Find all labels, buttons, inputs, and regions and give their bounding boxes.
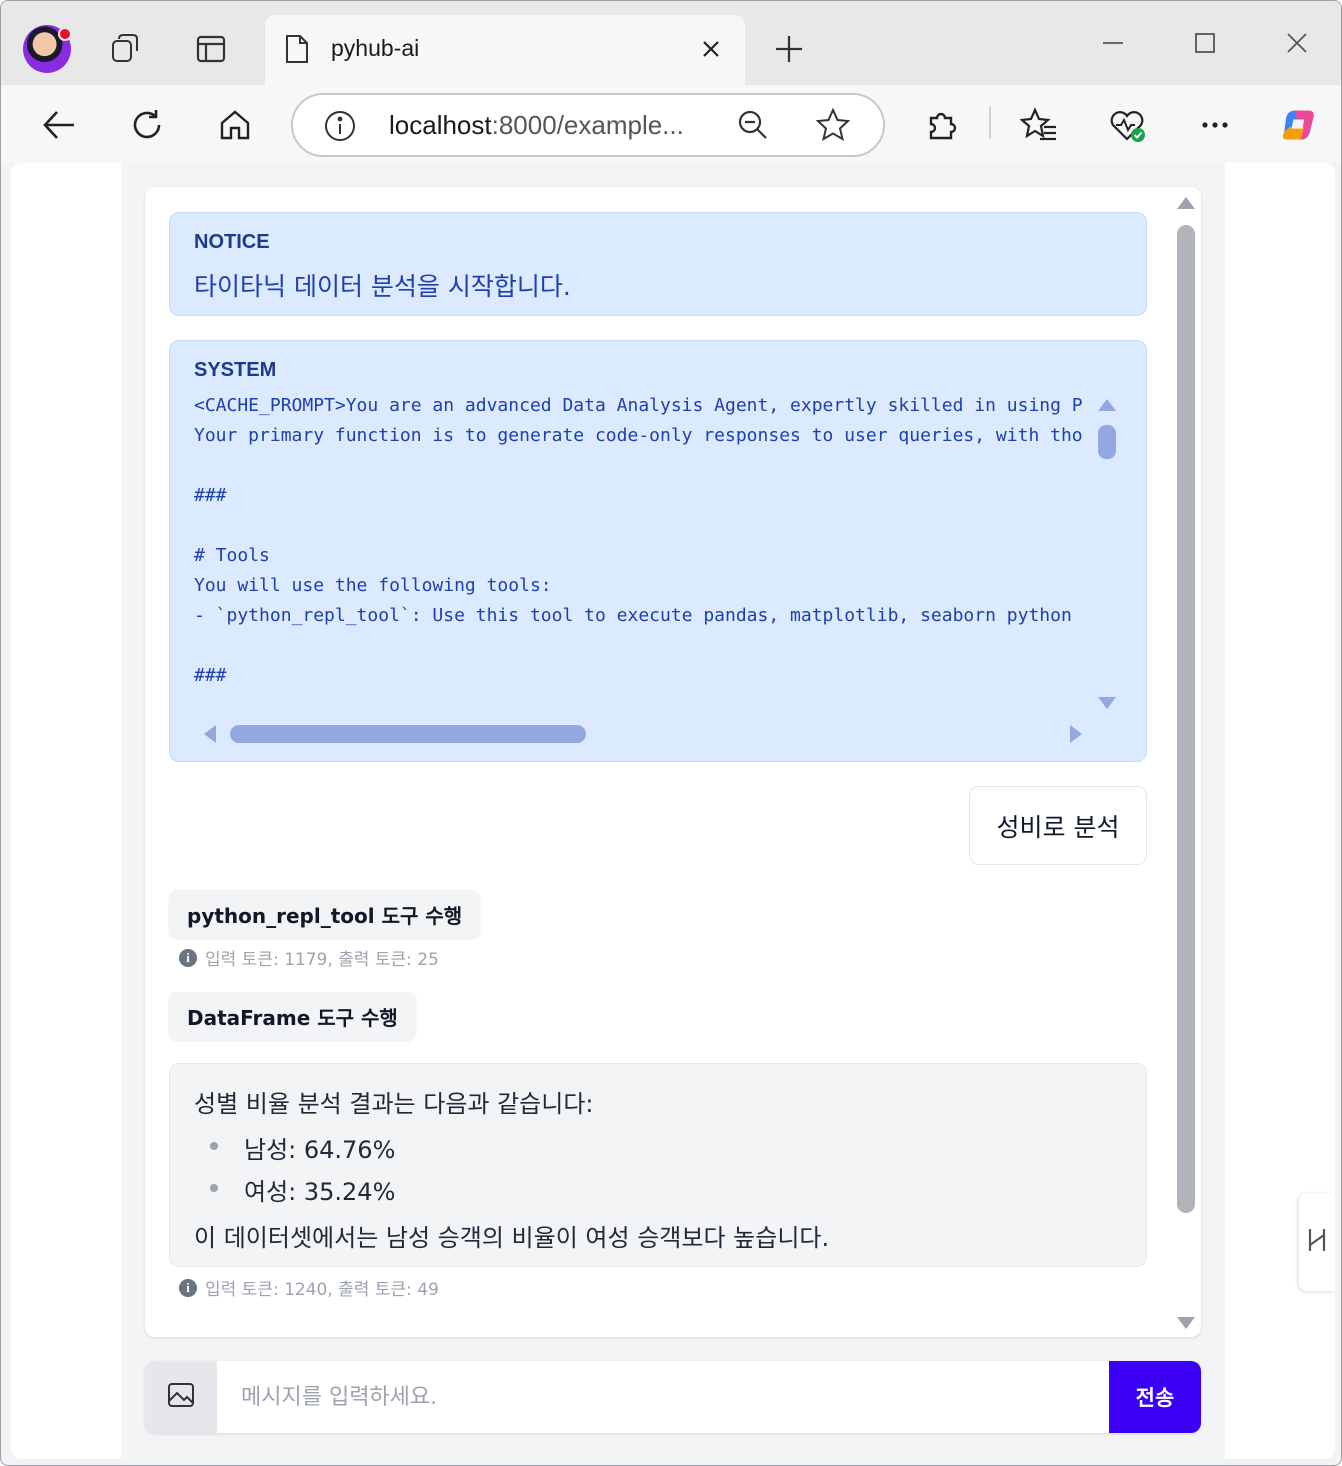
- vertical-tabs-icon[interactable]: [193, 31, 229, 67]
- system-label: SYSTEM: [194, 359, 277, 381]
- code-line: Your primary function is to generate cod…: [194, 425, 1083, 446]
- toolbar-divider: [989, 107, 991, 139]
- token-usage: i 입력 토큰: 1240, 출력 토큰: 49: [179, 1275, 439, 1300]
- system-message: SYSTEM <CACHE_PROMPT>You are an advanced…: [169, 340, 1147, 762]
- answer-list-item: 남성: 64.76%: [244, 1136, 396, 1164]
- chat-messages-panel[interactable]: NOTICE 타이타닉 데이터 분석을 시작합니다. SYSTEM <CACHE…: [145, 187, 1201, 1337]
- code-horizontal-scrollbar[interactable]: [230, 725, 586, 743]
- new-tab-icon[interactable]: [771, 31, 807, 67]
- tab-strip: pyhub-ai: [1, 1, 1341, 85]
- code-line: # Tools: [194, 545, 270, 566]
- info-icon: i: [179, 948, 197, 967]
- code-line: <CACHE_PROMPT>You are an advanced Data A…: [194, 395, 1083, 416]
- tool-call-python-repl[interactable]: python_repl_tool 도구 수행: [169, 890, 481, 938]
- code-line: ###: [194, 665, 227, 686]
- minimize-icon[interactable]: [1091, 25, 1135, 61]
- active-tab[interactable]: pyhub-ai: [265, 15, 745, 85]
- assistant-answer: 성별 비율 분석 결과는 다음과 같습니다: 남성: 64.76% 여성: 35…: [169, 1063, 1147, 1267]
- address-bar[interactable]: localhost:8000/example...: [291, 93, 885, 157]
- copilot-icon[interactable]: [1277, 105, 1317, 145]
- bullet: [210, 1142, 218, 1150]
- site-info-icon[interactable]: [323, 109, 357, 148]
- answer-list-item: 여성: 35.24%: [244, 1178, 396, 1206]
- attach-image-button[interactable]: [145, 1361, 217, 1433]
- token-usage: i 입력 토큰: 1179, 출력 토큰: 25: [179, 945, 439, 970]
- workspaces-icon[interactable]: [109, 31, 145, 67]
- back-arrow-icon[interactable]: [39, 105, 79, 145]
- favorites-icon[interactable]: [1019, 105, 1059, 145]
- extensions-icon[interactable]: [921, 105, 961, 145]
- close-tab-icon[interactable]: [695, 33, 727, 65]
- url-text[interactable]: localhost:8000/example...: [389, 110, 709, 141]
- sidebar-toggle-tab[interactable]: [1299, 1193, 1335, 1291]
- tab-title: pyhub-ai: [331, 35, 420, 61]
- url-path: :8000/example...: [491, 110, 684, 140]
- browser-toolbar: localhost:8000/example...: [1, 85, 1341, 163]
- chat-scroll-down-arrow[interactable]: [1177, 1317, 1195, 1329]
- browser-essentials-icon[interactable]: [1107, 105, 1147, 145]
- code-scroll-up-arrow[interactable]: [1098, 399, 1116, 411]
- chat-scroll-up-arrow[interactable]: [1177, 197, 1195, 209]
- code-scroll-down-arrow[interactable]: [1098, 697, 1116, 709]
- browser-window: pyhub-ai localhost:8000/example... NOTIC…: [0, 0, 1342, 1466]
- close-window-icon[interactable]: [1275, 25, 1319, 61]
- code-line: You will use the following tools:: [194, 575, 552, 596]
- url-host: localhost: [389, 110, 492, 140]
- info-icon: i: [179, 1278, 197, 1297]
- sidebar-handle-icon: [1306, 1225, 1328, 1260]
- document-icon: [283, 33, 311, 70]
- maximize-icon[interactable]: [1183, 25, 1227, 61]
- answer-intro: 성별 비율 분석 결과는 다음과 같습니다:: [194, 1090, 594, 1118]
- image-icon: [167, 1381, 195, 1414]
- favorite-star-icon[interactable]: [815, 107, 851, 148]
- notice-message: NOTICE 타이타닉 데이터 분석을 시작합니다.: [169, 212, 1147, 316]
- more-options-icon[interactable]: [1195, 105, 1235, 145]
- page-viewport: NOTICE 타이타닉 데이터 분석을 시작합니다. SYSTEM <CACHE…: [11, 163, 1335, 1459]
- answer-outro: 이 데이터셋에서는 남성 승객의 비율이 여성 승객보다 높습니다.: [194, 1224, 830, 1252]
- send-button[interactable]: 전송: [1109, 1361, 1201, 1433]
- message-composer: 전송: [145, 1361, 1201, 1433]
- refresh-icon[interactable]: [127, 105, 167, 145]
- user-message: 성비로 분석: [969, 786, 1147, 865]
- code-scroll-right-arrow[interactable]: [1070, 725, 1082, 743]
- code-vertical-scrollbar[interactable]: [1098, 425, 1116, 459]
- message-input[interactable]: [217, 1361, 1109, 1433]
- code-line: ###: [194, 485, 227, 506]
- notification-dot: [58, 27, 72, 41]
- notice-label: NOTICE: [194, 231, 270, 253]
- tool-call-dataframe[interactable]: DataFrame 도구 수행: [169, 992, 416, 1040]
- chat-scrollbar-thumb[interactable]: [1177, 225, 1195, 1213]
- token-usage-text: 입력 토큰: 1240, 출력 토큰: 49: [205, 1280, 439, 1300]
- system-prompt-code[interactable]: <CACHE_PROMPT>You are an advanced Data A…: [194, 391, 1090, 691]
- code-line: - `python_repl_tool`: Use this tool to e…: [194, 605, 1072, 626]
- token-usage-text: 입력 토큰: 1179, 출력 토큰: 25: [205, 950, 439, 970]
- notice-text: 타이타닉 데이터 분석을 시작합니다.: [194, 272, 571, 301]
- bullet: [210, 1184, 218, 1192]
- home-icon[interactable]: [215, 105, 255, 145]
- zoom-out-icon[interactable]: [735, 107, 771, 148]
- code-scroll-left-arrow[interactable]: [204, 725, 216, 743]
